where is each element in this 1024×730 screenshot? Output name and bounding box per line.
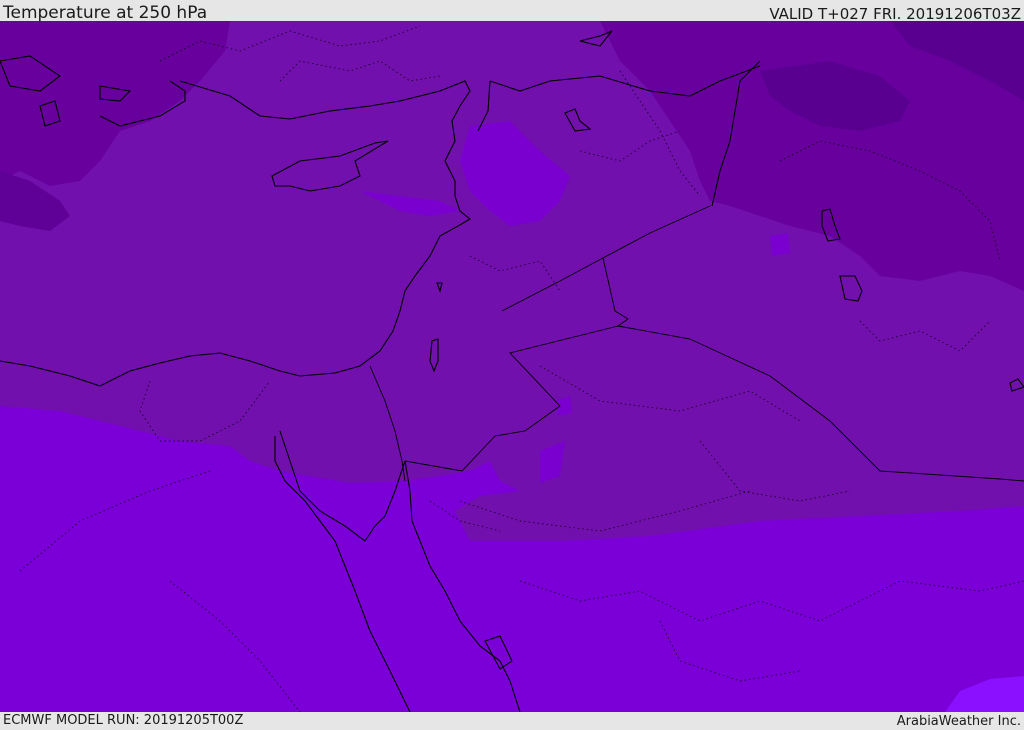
footer-bar: ECMWF MODEL RUN: 20191205T00Z ArabiaWeat… — [0, 712, 1024, 729]
model-run-label: ECMWF MODEL RUN: 20191205T00Z — [3, 713, 244, 728]
map-title: Temperature at 250 hPa — [3, 3, 208, 23]
credit-label: ArabiaWeather Inc. — [896, 714, 1021, 729]
header-bar: Temperature at 250 hPa VALID T+027 FRI. … — [0, 0, 1024, 23]
map-area[interactable] — [0, 21, 1024, 712]
temperature-map — [0, 21, 1024, 712]
temperature-band-light — [770, 233, 790, 256]
